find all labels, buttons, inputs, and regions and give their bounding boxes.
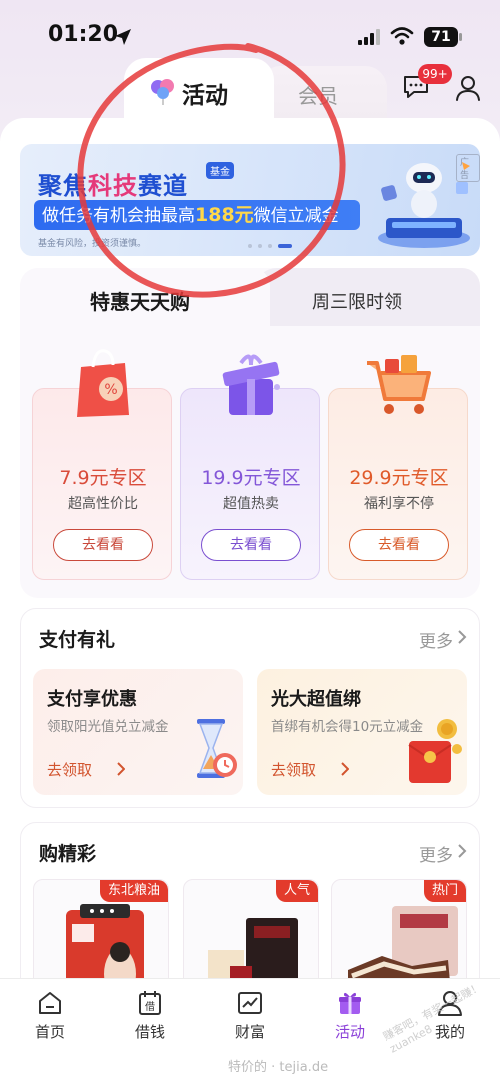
nav-label: 财富 bbox=[234, 1023, 265, 1041]
balloon-icon bbox=[151, 79, 174, 105]
product-tag: 东北粮油 bbox=[99, 880, 168, 902]
wifi-icon bbox=[390, 27, 414, 45]
chevron-right-icon[interactable] bbox=[341, 762, 349, 776]
product-tag: 热门 bbox=[423, 880, 466, 902]
section-title: 支付有礼 bbox=[39, 629, 116, 651]
more-link[interactable]: 更多 bbox=[419, 841, 453, 866]
promo-card: 特惠天天购 周三限时领 % 7.9元专区 超高性价比 去看看 19.9元专区 超… bbox=[20, 268, 480, 598]
shopping-cart-icon bbox=[367, 355, 431, 414]
banner-offer: 做任务有机会抽最高188元微信立减金 bbox=[34, 200, 360, 230]
location-arrow-icon bbox=[115, 29, 131, 45]
card-title: 支付享优惠 bbox=[47, 689, 137, 710]
nav-activity[interactable]: 活动 bbox=[310, 979, 390, 1049]
claim-link[interactable]: 去领取 bbox=[271, 759, 316, 780]
gift-icon bbox=[339, 992, 361, 1014]
zone-title: 29.9元专区 bbox=[349, 467, 449, 489]
pager-dot bbox=[258, 244, 262, 248]
zone-view-button[interactable]: 去看看 bbox=[201, 529, 301, 561]
loan-icon: 借 bbox=[139, 991, 161, 1015]
svg-text:%: % bbox=[104, 382, 117, 398]
zone-19-9[interactable]: 19.9元专区 超值热卖 去看看 bbox=[180, 354, 320, 580]
cellular-signal-icon bbox=[358, 29, 380, 45]
zone-subtitle: 福利享不停 bbox=[364, 496, 434, 512]
zone-title: 7.9元专区 bbox=[59, 467, 147, 489]
banner-pager bbox=[248, 244, 298, 250]
red-envelope-icon bbox=[408, 719, 462, 783]
nav-label: 活动 bbox=[334, 1023, 365, 1041]
nav-label: 借钱 bbox=[134, 1023, 165, 1041]
zone-subtitle: 超高性价比 bbox=[68, 496, 138, 512]
zone-view-button[interactable]: 去看看 bbox=[349, 529, 449, 561]
tab-wednesday-deals[interactable]: 周三限时领 bbox=[312, 288, 402, 314]
zone-title: 19.9元专区 bbox=[201, 467, 301, 489]
svg-text:借: 借 bbox=[145, 1001, 155, 1013]
nav-loan[interactable]: 借 借钱 bbox=[110, 979, 190, 1049]
section-title: 购精彩 bbox=[39, 843, 97, 865]
card-subtitle: 领取阳光值兑立减金 bbox=[47, 719, 169, 735]
wealth-icon bbox=[238, 992, 262, 1014]
zone-29-9[interactable]: 29.9元专区 福利享不停 去看看 bbox=[328, 355, 468, 580]
pay-discount-card[interactable]: 支付享优惠 领取阳光值兑立减金 去领取 bbox=[33, 669, 243, 795]
nav-home[interactable]: 首页 bbox=[10, 979, 90, 1049]
watermark: 特价的 · tejia.de bbox=[228, 1060, 329, 1075]
bind-card-offer[interactable]: 光大超值绑 首绑有机会得10元立减金 去领取 bbox=[257, 669, 467, 795]
tab-activity-label[interactable]: 活动 bbox=[182, 76, 228, 110]
banner-disclaimer: 基金有风险，投资须谨慎。 bbox=[38, 239, 147, 249]
banner-fund-tag: 基金 bbox=[206, 162, 234, 179]
nav-label: 首页 bbox=[34, 1023, 65, 1041]
robot-illustration bbox=[378, 162, 470, 248]
shopping-bag-icon: % bbox=[77, 349, 129, 417]
home-icon bbox=[39, 992, 61, 1014]
chevron-right-icon[interactable] bbox=[457, 629, 467, 645]
tab-daily-deals[interactable]: 特惠天天购 bbox=[90, 286, 190, 315]
nav-wealth[interactable]: 财富 bbox=[210, 979, 290, 1049]
pay-gift-section: 支付有礼 更多 支付享优惠 领取阳光值兑立减金 去领取 光大超值绑 首绑有机会得… bbox=[20, 608, 480, 808]
hourglass-icon bbox=[197, 719, 237, 778]
zone-view-button[interactable]: 去看看 bbox=[53, 529, 153, 561]
pager-dot bbox=[268, 244, 272, 248]
zone-7-9[interactable]: % 7.9元专区 超高性价比 去看看 bbox=[32, 349, 172, 580]
zone-subtitle: 超值热卖 bbox=[223, 496, 279, 512]
battery-level: 71 bbox=[431, 29, 451, 45]
tab-member-label[interactable]: 会员 bbox=[298, 80, 338, 109]
product-tag: 人气 bbox=[275, 880, 318, 902]
user-icon[interactable] bbox=[453, 73, 483, 103]
claim-link[interactable]: 去领取 bbox=[47, 759, 92, 780]
pager-dot-active bbox=[278, 244, 292, 248]
ad-banner[interactable]: 聚焦科技赛道 基金 做任务有机会抽最高188元微信立减金 基金有风险，投资须谨慎… bbox=[20, 144, 480, 256]
card-title: 光大超值绑 bbox=[271, 689, 361, 710]
gift-box-icon bbox=[222, 354, 280, 415]
message-badge: 99+ bbox=[418, 64, 452, 84]
status-time: 01:20 bbox=[48, 22, 119, 47]
pager-dot bbox=[248, 244, 252, 248]
chevron-right-icon[interactable] bbox=[117, 762, 125, 776]
more-link[interactable]: 更多 bbox=[419, 627, 453, 652]
banner-headline: 聚焦科技赛道 bbox=[38, 172, 188, 200]
chevron-right-icon[interactable] bbox=[457, 843, 467, 859]
